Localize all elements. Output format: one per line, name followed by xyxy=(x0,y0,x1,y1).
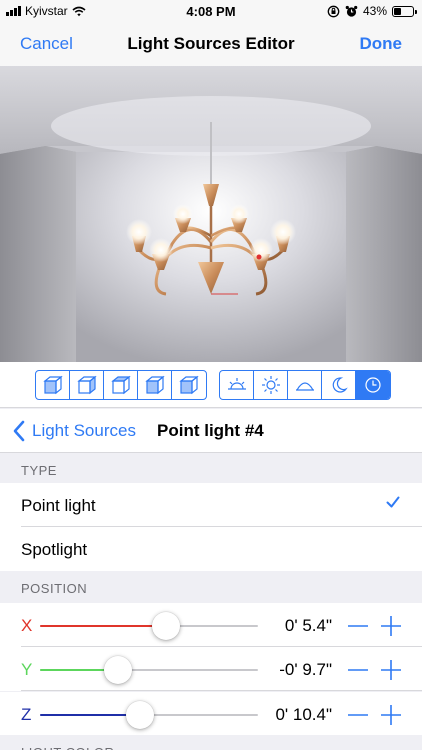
sun-button[interactable] xyxy=(254,371,288,399)
cube-front-icon xyxy=(42,374,64,396)
axis-slider[interactable] xyxy=(40,612,258,640)
option-label: Spotlight xyxy=(21,540,88,559)
alarm-icon xyxy=(345,5,358,17)
cube-right-icon xyxy=(144,374,166,396)
dome-button[interactable] xyxy=(288,371,322,399)
cube-left-icon xyxy=(76,374,98,396)
position-row-z: Z 0' 10.4" xyxy=(0,692,422,736)
cube-top-icon xyxy=(110,374,132,396)
slider-thumb[interactable] xyxy=(104,656,132,684)
cube-right-button[interactable] xyxy=(138,371,172,399)
checkmark-icon xyxy=(386,496,400,508)
cube-top-button[interactable] xyxy=(104,371,138,399)
slider-thumb[interactable] xyxy=(126,701,154,729)
plus-icon[interactable] xyxy=(380,704,402,726)
plus-icon[interactable] xyxy=(380,615,402,637)
cube-left-button[interactable] xyxy=(70,371,104,399)
type-option-point-light[interactable]: Point light xyxy=(0,483,422,527)
scene-viewport[interactable] xyxy=(0,66,422,362)
done-button[interactable]: Done xyxy=(360,34,403,54)
view-segment xyxy=(35,370,207,400)
axis-label: Y xyxy=(21,660,33,679)
axis-slider[interactable] xyxy=(40,656,258,684)
sun-icon xyxy=(260,374,282,396)
minus-icon[interactable] xyxy=(347,659,369,681)
slider-thumb[interactable] xyxy=(152,612,180,640)
axis-value: -0' 9.7" xyxy=(279,660,332,679)
chevron-left-icon xyxy=(13,420,25,442)
back-button[interactable]: Light Sources xyxy=(12,420,136,442)
axis-value: 0' 5.4" xyxy=(284,616,332,635)
cube-front-button[interactable] xyxy=(36,371,70,399)
moon-icon xyxy=(328,374,350,396)
status-right: 43% xyxy=(327,4,417,18)
position-row-y: Y -0' 9.7" xyxy=(0,647,422,691)
option-label: Point light xyxy=(21,496,96,515)
axis-label: X xyxy=(21,616,33,635)
axis-label: Z xyxy=(21,705,32,724)
plus-icon[interactable] xyxy=(380,659,402,681)
back-label: Light Sources xyxy=(32,421,136,440)
clock-button[interactable] xyxy=(356,371,390,399)
battery-icon xyxy=(392,5,417,17)
slider-fill xyxy=(40,714,140,716)
navigation-bar: Cancel Light Sources Editor Done xyxy=(0,22,422,66)
clock-icon xyxy=(362,374,384,396)
slider-fill xyxy=(40,625,166,627)
dome-icon xyxy=(294,374,316,396)
battery-percent: 43% xyxy=(362,4,387,18)
light-title: Point light #4 xyxy=(157,421,264,440)
cube-back-icon xyxy=(178,374,200,396)
section-header-type: TYPE xyxy=(0,453,422,483)
minus-icon[interactable] xyxy=(347,704,369,726)
axis-value: 0' 10.4" xyxy=(275,705,332,724)
sunrise-button[interactable] xyxy=(220,371,254,399)
moon-button[interactable] xyxy=(322,371,356,399)
section-header-light-color: LIGHT COLOR xyxy=(0,735,422,750)
axis-slider[interactable] xyxy=(40,701,258,729)
orientation-lock-icon xyxy=(327,5,340,17)
cube-back-button[interactable] xyxy=(172,371,206,399)
type-option-spotlight[interactable]: Spotlight xyxy=(0,527,422,571)
sub-navigation-bar: Light Sources Point light #4 xyxy=(0,409,422,453)
sunrise-icon xyxy=(226,374,248,396)
toolbar xyxy=(0,362,422,408)
status-bar: Kyivstar 4:08 PM 43% xyxy=(0,0,422,22)
minus-icon[interactable] xyxy=(347,615,369,637)
position-row-x: X 0' 5.4" xyxy=(0,603,422,647)
section-header-position: POSITION xyxy=(0,571,422,603)
lighting-segment xyxy=(219,370,391,400)
